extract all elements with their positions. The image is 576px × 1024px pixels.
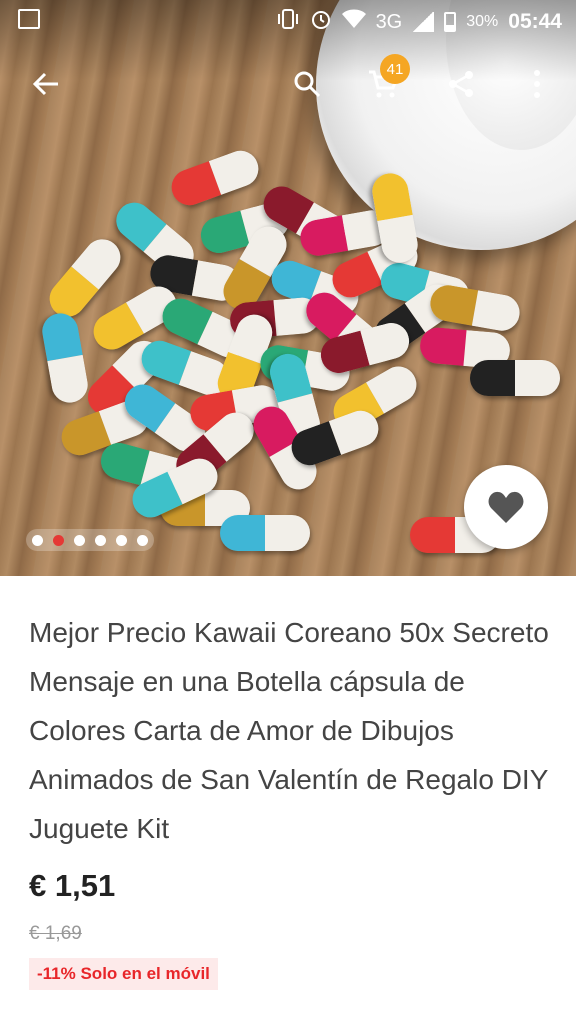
pager-dot: [53, 534, 64, 546]
pager-dot: [74, 534, 85, 546]
more-vert-icon: [534, 70, 540, 98]
heart-icon: [488, 491, 524, 523]
favorite-button[interactable]: [464, 465, 548, 549]
cart-count-badge: 41: [380, 54, 410, 84]
wifi-icon: [341, 9, 366, 35]
capsule: [470, 360, 560, 396]
image-pager: [26, 529, 154, 551]
alarm-icon: [310, 8, 332, 36]
capsule: [427, 282, 523, 334]
pager-dot: [137, 534, 148, 546]
pager-dot: [32, 534, 43, 546]
status-bar: 3G 30% 05:44: [0, 0, 576, 40]
discount-badge: -11% Solo en el móvil: [29, 958, 218, 990]
capsule: [39, 310, 91, 406]
product-title: Mejor Precio Kawaii Coreano 50x Secreto …: [29, 617, 549, 844]
gallery-notification-icon: [18, 9, 40, 29]
original-price: € 1,69: [29, 923, 82, 944]
battery-icon: [444, 12, 457, 32]
vibrate-icon: [276, 8, 300, 36]
pager-dot: [95, 534, 106, 546]
search-button[interactable]: [279, 56, 335, 112]
current-price: € 1,51: [29, 868, 116, 903]
clock: 05:44: [508, 10, 562, 33]
network-type: 3G: [375, 10, 403, 33]
capsule: [220, 515, 310, 551]
arrow-back-icon: [32, 72, 58, 96]
capsule: [166, 145, 264, 211]
share-button[interactable]: [433, 56, 489, 112]
back-button[interactable]: [18, 56, 74, 112]
search-icon: [294, 71, 321, 98]
toolbar: [0, 56, 576, 112]
more-button[interactable]: [509, 56, 565, 112]
share-icon: [449, 71, 473, 97]
signal-icon: [412, 12, 435, 32]
pager-dot: [116, 534, 127, 546]
battery-percent: 30%: [466, 13, 499, 30]
